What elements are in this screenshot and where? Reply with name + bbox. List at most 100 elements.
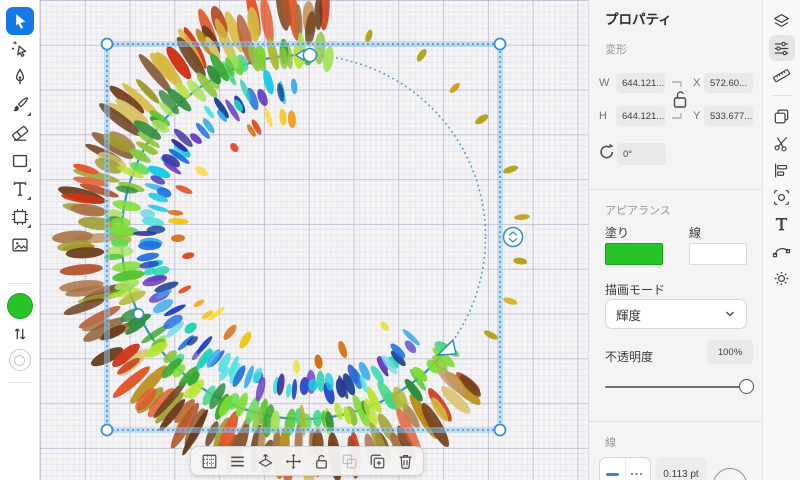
align-icon [774, 163, 788, 177]
tool-artboard[interactable] [6, 203, 34, 231]
selection-corner-handle[interactable] [493, 37, 507, 51]
selection-corner-handle[interactable] [100, 37, 114, 51]
rotation-field[interactable]: 0° [617, 143, 666, 165]
radial-scatter-artwork[interactable] [52, 0, 531, 480]
menu-button[interactable] [227, 451, 247, 471]
tool-paintbrush[interactable] [6, 91, 34, 119]
canvas[interactable] [40, 0, 588, 480]
scale-widget[interactable] [502, 226, 524, 248]
fill-swatch[interactable] [605, 243, 663, 265]
tool-eraser[interactable] [6, 119, 34, 147]
layers-button[interactable] [769, 8, 795, 34]
context-taskbar [190, 446, 424, 476]
tool-type[interactable] [6, 175, 34, 203]
dotted-line-icon [630, 472, 645, 476]
tool-place-image[interactable] [6, 231, 34, 259]
submenu-indicator [26, 224, 31, 228]
transform-pattern-button[interactable] [199, 451, 219, 471]
menu-icon [230, 456, 244, 466]
properties-icon [774, 41, 789, 55]
delete-button[interactable] [395, 451, 415, 471]
layers-icon [774, 13, 789, 27]
artwork-svg [52, 0, 531, 480]
unlock-button[interactable] [311, 451, 331, 471]
fill-color-swatch[interactable] [6, 293, 33, 319]
move-button[interactable] [283, 451, 303, 471]
duplicate-icon [370, 454, 384, 468]
ruler-icon [773, 68, 791, 82]
tool-shape[interactable] [6, 147, 34, 175]
settings-button[interactable] [769, 265, 795, 291]
selection-corner-handle[interactable] [100, 423, 114, 437]
tool-direct-select[interactable] [6, 35, 34, 63]
chevron-down-icon [725, 311, 735, 317]
eraser-icon [11, 125, 28, 141]
x-field[interactable]: 572.60... [704, 73, 753, 93]
stroke-swatch[interactable] [689, 243, 747, 265]
illustrator-app: プロパティ 変形 W 644.121... X 572.60... H 644.… [0, 0, 800, 480]
y-label: Y [693, 110, 701, 122]
path-start-handle[interactable] [302, 47, 318, 63]
right-taskbar [762, 0, 800, 480]
swap-fill-stroke-button[interactable] [10, 324, 30, 344]
link-dimensions-lock-icon[interactable] [671, 76, 689, 124]
opacity-slider-thumb[interactable] [739, 379, 754, 394]
w-label: W [599, 77, 610, 89]
stroke-style-dotted-button[interactable] [626, 458, 651, 480]
rotation-icon [600, 143, 614, 159]
path-edit-icon [772, 247, 791, 257]
blend-mode-value: 輝度 [616, 308, 642, 323]
opacity-label: 不透明度 [605, 350, 654, 364]
ring-inner-accents [167, 107, 389, 374]
h-label: H [599, 110, 607, 122]
stroke-weight-field[interactable]: 0.113 pt [655, 457, 707, 480]
transform-pattern-icon [202, 454, 216, 468]
left-toolbar [0, 0, 40, 480]
stroke-style-solid-button[interactable] [600, 458, 626, 480]
tool-pen[interactable] [6, 63, 34, 91]
stroke-color-swatch[interactable] [8, 349, 31, 371]
solid-line-icon [605, 472, 619, 476]
submenu-indicator [26, 196, 31, 200]
x-label: X [693, 77, 701, 89]
move-icon [285, 453, 301, 469]
y-field[interactable]: 533.677... [704, 106, 753, 126]
blend-mode-dropdown[interactable]: 輝度 [605, 299, 747, 329]
height-field[interactable]: 644.121... [616, 106, 665, 126]
appearance-section-label: アピアランス [605, 205, 671, 217]
scissors-button[interactable] [769, 130, 795, 156]
width-field[interactable]: 644.121... [616, 73, 665, 93]
copy-paste-button[interactable] [769, 103, 795, 129]
panel-divider [589, 421, 762, 422]
mask-button [339, 451, 359, 471]
path-anchor-handle[interactable] [132, 308, 145, 320]
properties-panel: プロパティ 変形 W 644.121... X 572.60... H 644.… [588, 0, 762, 480]
submenu-indicator [26, 112, 31, 116]
selection-corner-handle[interactable] [493, 423, 507, 437]
copy-paste-icon [774, 109, 789, 123]
transform-section-label: 変形 [605, 44, 627, 56]
ruler-button[interactable] [769, 62, 795, 88]
select-transform-button[interactable] [769, 184, 795, 210]
strip-divider [771, 95, 792, 96]
delete-icon [399, 454, 411, 469]
panel-title: プロパティ [605, 12, 672, 27]
properties-button[interactable] [768, 35, 795, 61]
align-button[interactable] [769, 157, 795, 183]
arrange-icon [258, 453, 272, 467]
stroke-cap-preview[interactable] [713, 468, 747, 480]
duplicate-button[interactable] [367, 451, 387, 471]
gear-icon [774, 271, 789, 285]
panel-divider [589, 189, 762, 190]
type-styles-icon [775, 217, 788, 230]
tool-select[interactable] [5, 7, 34, 35]
path-edit-button[interactable] [769, 238, 795, 264]
toolbar-divider [7, 283, 32, 284]
stroke-style-group [599, 457, 651, 480]
stroke-section-label: 線 [605, 437, 616, 449]
arrange-button[interactable] [255, 451, 275, 471]
mask-icon [342, 454, 356, 468]
type-styles-button[interactable] [769, 211, 795, 237]
opacity-field[interactable]: 100% [707, 340, 753, 364]
opacity-slider-track[interactable] [605, 386, 742, 388]
